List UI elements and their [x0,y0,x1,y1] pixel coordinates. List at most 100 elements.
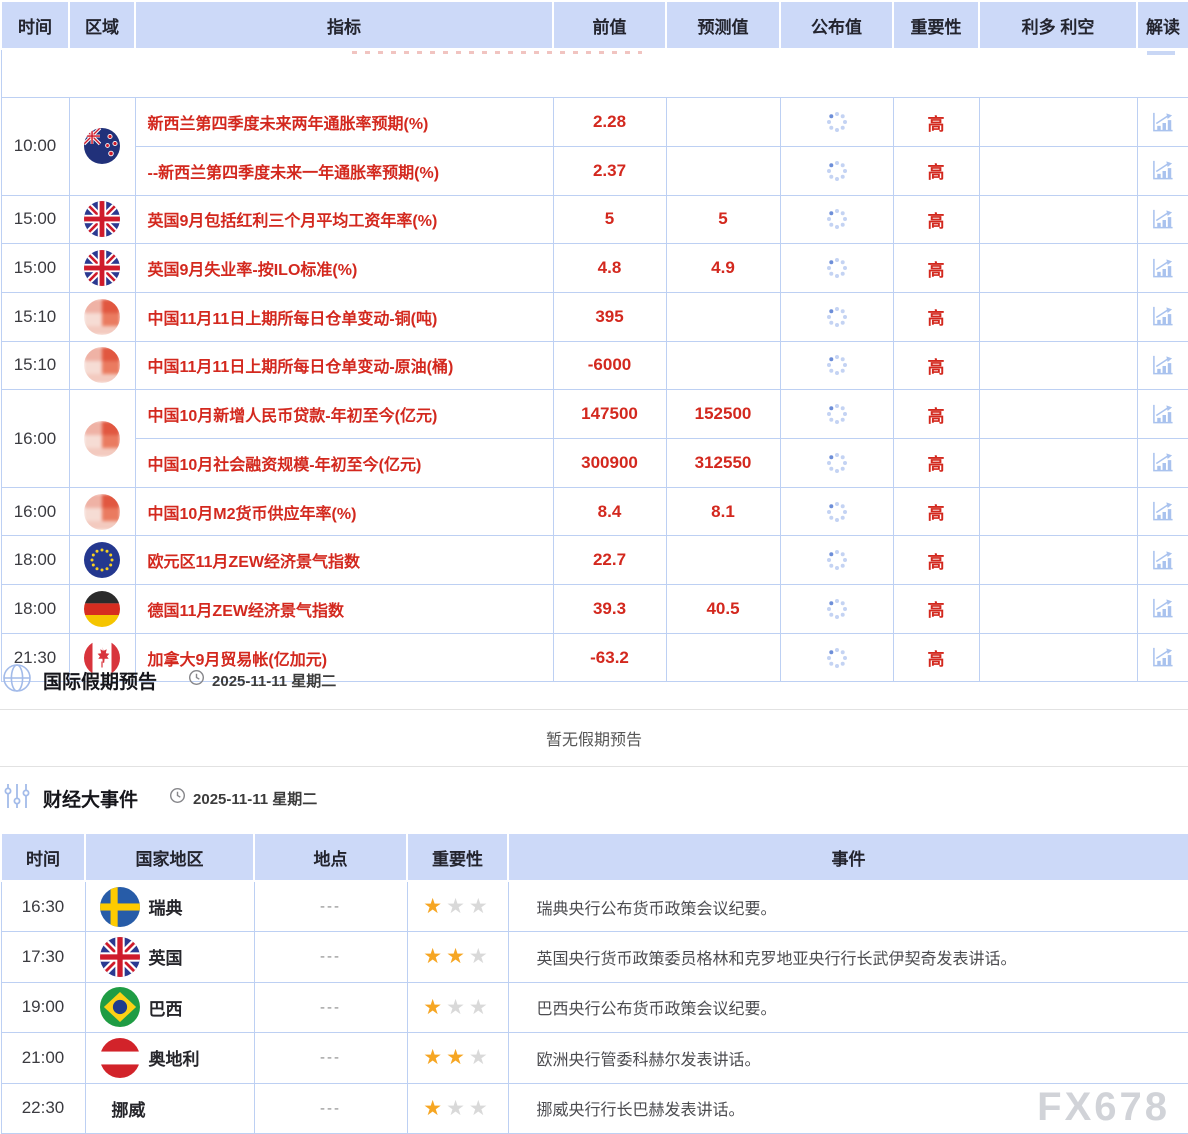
loading-spinner-icon [826,211,848,228]
region-cell [69,585,135,634]
interpretation-cell[interactable] [1137,244,1188,293]
interpretation-cell[interactable] [1137,341,1188,390]
interpretation-cell[interactable] [1137,195,1188,244]
events-table: 时间 国家地区 地点 重要性 事件 16:30瑞典---★★★瑞典央行公布货币政… [0,832,1188,1134]
country-name: 奥地利 [149,1045,200,1070]
published-value-cell [780,390,893,439]
time-cell: 18:00 [1,585,69,634]
indicator-cell[interactable]: 德国11月ZEW经济景气指数 [135,585,553,634]
interpretation-cell[interactable] [1137,439,1188,488]
time-cell: 10:00 [1,98,69,195]
table-row: 15:00英国9月失业率-按ILO标准(%)4.84.9高 [1,244,1188,293]
column-header-importance: 重要性 [893,1,979,49]
indicator-cell[interactable]: --新西兰第四季度未来一年通胀率预期(%) [135,146,553,195]
interpretation-cell[interactable] [1137,146,1188,195]
time-cell: 16:30 [1,881,85,932]
indicator-cell[interactable]: 新西兰第四季度未来两年通胀率预期(%) [135,98,553,147]
chart-detail-icon[interactable] [1150,357,1176,374]
interpretation-cell[interactable] [1137,487,1188,536]
flag-china-blurred-icon [84,347,120,383]
chart-detail-icon[interactable] [1150,454,1176,471]
indicator-cell[interactable]: 中国11月11日上期所每日仓单变动-铜(吨) [135,292,553,341]
table-row: 15:00英国9月包括红利三个月平均工资年率(%)55高 [1,195,1188,244]
interpretation-cell[interactable] [1137,633,1188,682]
chart-detail-icon[interactable] [1150,113,1176,130]
column-header-previous: 前值 [553,1,666,49]
bull-bear-cell [979,439,1137,488]
indicator-cell[interactable]: 中国10月社会融资规模-年初至今(亿元) [135,439,553,488]
importance-cell: 高 [893,146,979,195]
chart-detail-icon[interactable] [1150,405,1176,422]
location-cell: --- [254,1083,407,1134]
forecast-value-cell [666,98,780,147]
region-cell [69,195,135,244]
flag-new-zealand-icon [84,128,120,164]
country-cell: 瑞典 [85,881,254,932]
star-filled-icon: ★ [423,1097,446,1120]
indicator-cell[interactable]: 中国10月M2货币供应年率(%) [135,487,553,536]
country-name: 瑞典 [149,894,183,919]
star-filled-icon: ★ [446,1046,469,1069]
event-text-cell: 英国央行货币政策委员格林和克罗地亚央行行长武伊契奇发表讲话。 [508,932,1188,983]
indicator-cell[interactable]: 欧元区11月ZEW经济景气指数 [135,536,553,585]
interpretation-cell[interactable] [1137,292,1188,341]
loading-spinner-icon [826,600,848,617]
previous-value-cell: 2.28 [553,98,666,147]
events-date-wrap: 2025-11-11 星期二 [169,787,317,809]
chart-detail-icon[interactable] [1150,600,1176,617]
table-row: 10:00新西兰第四季度未来两年通胀率预期(%)2.28高 [1,98,1188,147]
importance-stars-cell: ★★★ [407,982,508,1033]
forecast-value-cell: 40.5 [666,585,780,634]
interpretation-cell[interactable] [1137,98,1188,147]
importance-stars-cell: ★★★ [407,1083,508,1134]
chart-detail-icon[interactable] [1150,211,1176,228]
flag-china-blurred-icon [84,494,120,530]
previous-value-cell: 147500 [553,390,666,439]
chart-detail-icon[interactable] [1150,649,1176,666]
chart-detail-icon[interactable] [1150,551,1176,568]
time-cell: 15:10 [1,341,69,390]
table-row: --新西兰第四季度未来一年通胀率预期(%)2.37高 [1,146,1188,195]
importance-cell: 高 [893,439,979,488]
table-row: 中国10月社会融资规模-年初至今(亿元)300900312550高 [1,439,1188,488]
loading-spinner-icon [826,551,848,568]
location-cell: --- [254,982,407,1033]
previous-value-cell: -63.2 [553,633,666,682]
flag-austria-icon [100,1038,140,1078]
indicator-cell[interactable]: 中国11月11日上期所每日仓单变动-原油(桶) [135,341,553,390]
bull-bear-cell [979,98,1137,147]
country-name: 英国 [149,944,183,969]
bull-bear-cell [979,195,1137,244]
interpretation-cell[interactable] [1137,390,1188,439]
chart-detail-icon[interactable] [1150,259,1176,276]
indicator-cell[interactable]: 中国10月新增人民币贷款-年初至今(亿元) [135,390,553,439]
cutoff-icon-remnant [1147,51,1175,55]
star-empty-icon: ★ [469,1097,492,1120]
star-filled-icon: ★ [423,945,446,968]
indicator-cell[interactable]: 英国9月失业率-按ILO标准(%) [135,244,553,293]
previous-value-cell: 8.4 [553,487,666,536]
bull-bear-cell [979,146,1137,195]
chart-detail-icon[interactable] [1150,308,1176,325]
clock-icon [169,787,186,809]
column-header-importance: 重要性 [407,833,508,881]
indicator-cell[interactable]: 英国9月包括红利三个月平均工资年率(%) [135,195,553,244]
time-cell: 15:00 [1,244,69,293]
published-value-cell [780,146,893,195]
events-header-row: 时间 国家地区 地点 重要性 事件 [1,833,1188,881]
sliders-icon [2,781,32,816]
star-filled-icon: ★ [423,895,446,918]
interpretation-cell[interactable] [1137,585,1188,634]
forecast-value-cell [666,146,780,195]
forecast-value-cell [666,633,780,682]
event-row: 19:00巴西---★★★巴西央行公布货币政策会议纪要。 [1,982,1188,1033]
chart-detail-icon[interactable] [1150,162,1176,179]
holiday-date: 2025-11-11 星期二 [212,670,336,691]
star-empty-icon: ★ [469,1046,492,1069]
interpretation-cell[interactable] [1137,536,1188,585]
previous-value-cell: 5 [553,195,666,244]
time-cell: 15:00 [1,195,69,244]
economic-data-table: 时间 区域 指标 前值 预测值 公布值 重要性 利多 利空 解读 10:00新西… [0,0,1188,682]
importance-stars-cell: ★★★ [407,932,508,983]
chart-detail-icon[interactable] [1150,503,1176,520]
